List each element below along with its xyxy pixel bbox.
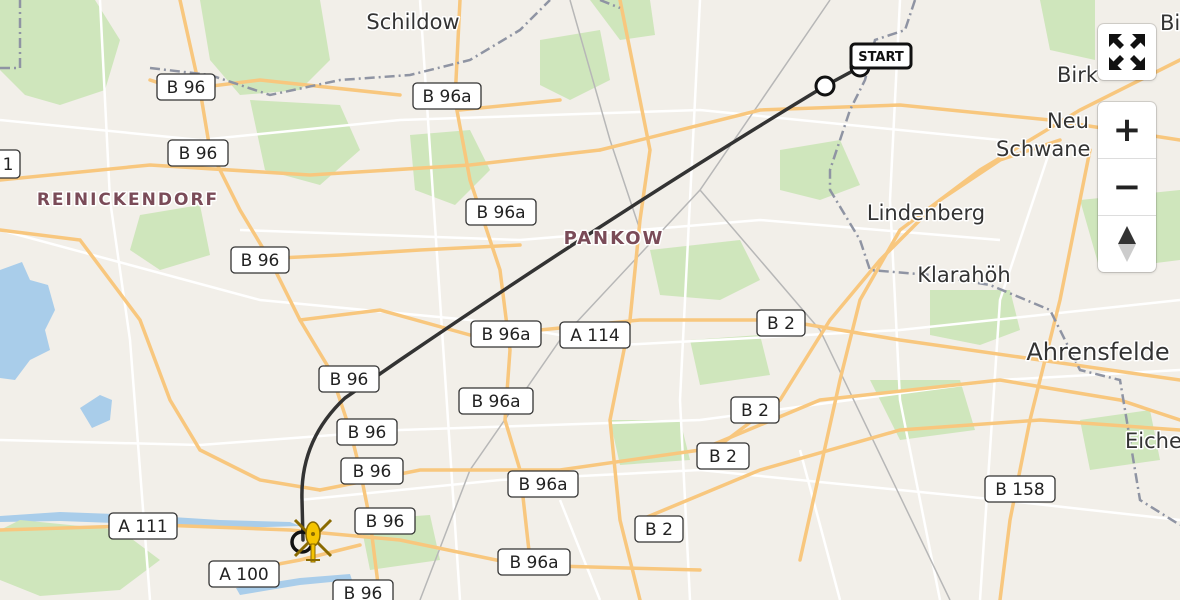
zoom-in-button[interactable]: + <box>1098 102 1156 158</box>
compass-icon <box>1118 226 1136 262</box>
place-label-eiche: Eiche <box>1125 429 1180 453</box>
place-label-schildow: Schildow <box>366 10 459 34</box>
zoom-in-icon: + <box>1112 110 1142 150</box>
road-label-b96a: B 96a <box>481 325 530 345</box>
road-label-b2: B 2 <box>767 314 795 334</box>
road-label-partial: 1 <box>3 155 14 175</box>
road-label-b96: B 96 <box>366 512 405 532</box>
district-label-pankow: PANKOW <box>564 228 665 249</box>
road-label-a111: A 111 <box>118 517 167 537</box>
place-label-lindenberg: Lindenberg <box>867 201 985 225</box>
road-label-b96a: B 96a <box>422 87 471 107</box>
place-label-ahrensfelde: Ahrensfelde <box>1026 338 1169 366</box>
place-label-birk: Birk <box>1057 63 1099 87</box>
road-label-a100: A 100 <box>219 565 268 585</box>
district-label-reinickendorf: REINICKENDORF <box>37 190 219 210</box>
road-label-b96a: B 96a <box>471 392 520 412</box>
road-label-b2: B 2 <box>645 520 673 540</box>
road-label-b96: B 96 <box>179 144 218 164</box>
road-label-a114: A 114 <box>570 326 619 346</box>
fullscreen-icon <box>1109 34 1145 70</box>
navigation-control: + − <box>1098 102 1156 272</box>
road-label-b96: B 96 <box>344 584 383 600</box>
road-label-b96: B 96 <box>241 251 280 271</box>
road-label-b158: B 158 <box>995 480 1045 500</box>
map-canvas[interactable]: START B 96 B 96a B 96 1 B 96a B 96 B 96a… <box>0 0 1180 600</box>
place-label-bi: Bi <box>1160 11 1180 35</box>
road-label-b96a: B 96a <box>518 475 567 495</box>
road-label-b96a: B 96a <box>509 553 558 573</box>
road-label-b2: B 2 <box>709 447 737 467</box>
road-label-b96: B 96 <box>353 462 392 482</box>
place-label-neu: Neu <box>1047 109 1089 133</box>
place-label-schwane: Schwane <box>996 137 1090 161</box>
start-label: START <box>858 50 904 65</box>
road-label-b96a: B 96a <box>476 203 525 223</box>
zoom-out-button[interactable]: − <box>1098 158 1156 215</box>
road-label-b2: B 2 <box>741 401 769 421</box>
start-badge: START <box>849 42 913 70</box>
route-waypoint-departure[interactable] <box>814 75 836 97</box>
compass-button[interactable] <box>1098 215 1156 272</box>
road-label-b96: B 96 <box>330 370 369 390</box>
place-label-klarahoeh: Klarahöh <box>917 263 1010 287</box>
fullscreen-control <box>1098 24 1156 80</box>
road-label-b96: B 96 <box>348 423 387 443</box>
zoom-out-icon: − <box>1112 167 1142 207</box>
fullscreen-button[interactable] <box>1098 24 1156 80</box>
road-label-b96: B 96 <box>167 78 206 98</box>
